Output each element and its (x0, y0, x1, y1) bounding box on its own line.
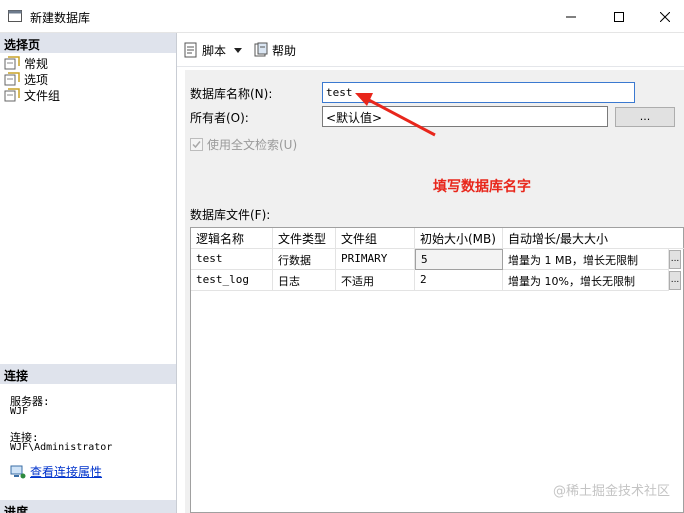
select-page-header: 选择页 (0, 33, 176, 53)
page-icon (4, 56, 20, 70)
annotation-arrow-icon (355, 93, 436, 137)
page-item-label: 选项 (24, 72, 49, 87)
connection-header: 连接 (0, 364, 176, 384)
database-app-icon (8, 10, 22, 22)
close-button[interactable] (642, 0, 684, 33)
minimize-icon (566, 16, 576, 17)
maximize-icon (614, 11, 624, 22)
title-bar: 新建数据库 (0, 0, 684, 33)
page-item-options[interactable]: 选项 (4, 71, 48, 87)
page-icon (4, 72, 20, 86)
page-item-label: 文件组 (24, 88, 61, 103)
minimize-button[interactable] (548, 0, 594, 33)
maximize-button[interactable] (596, 0, 642, 33)
progress-header: 进度 (0, 500, 176, 513)
page-item-general[interactable]: 常规 (4, 55, 48, 71)
connection-value: WJF\Administrator (10, 442, 113, 453)
page-item-label: 常规 (24, 56, 49, 71)
close-icon (660, 11, 670, 22)
connection-properties-icon (10, 465, 26, 478)
main-pane: 脚本 帮助 数据库名称(N): test 所有者(O): <默认值> ... 使… (177, 33, 684, 513)
window-title: 新建数据库 (30, 11, 91, 25)
page-icon (4, 88, 20, 102)
view-connection-link-text: 查看连接属性 (30, 465, 103, 479)
server-value: WJF (10, 406, 29, 417)
left-pane: 选择页 常规 选项 文件组 连接 服务器: WJF 连接: WJF\Admini… (0, 33, 177, 513)
page-item-filegroups[interactable]: 文件组 (4, 87, 60, 103)
view-connection-properties-link[interactable]: 查看连接属性 (10, 463, 102, 480)
